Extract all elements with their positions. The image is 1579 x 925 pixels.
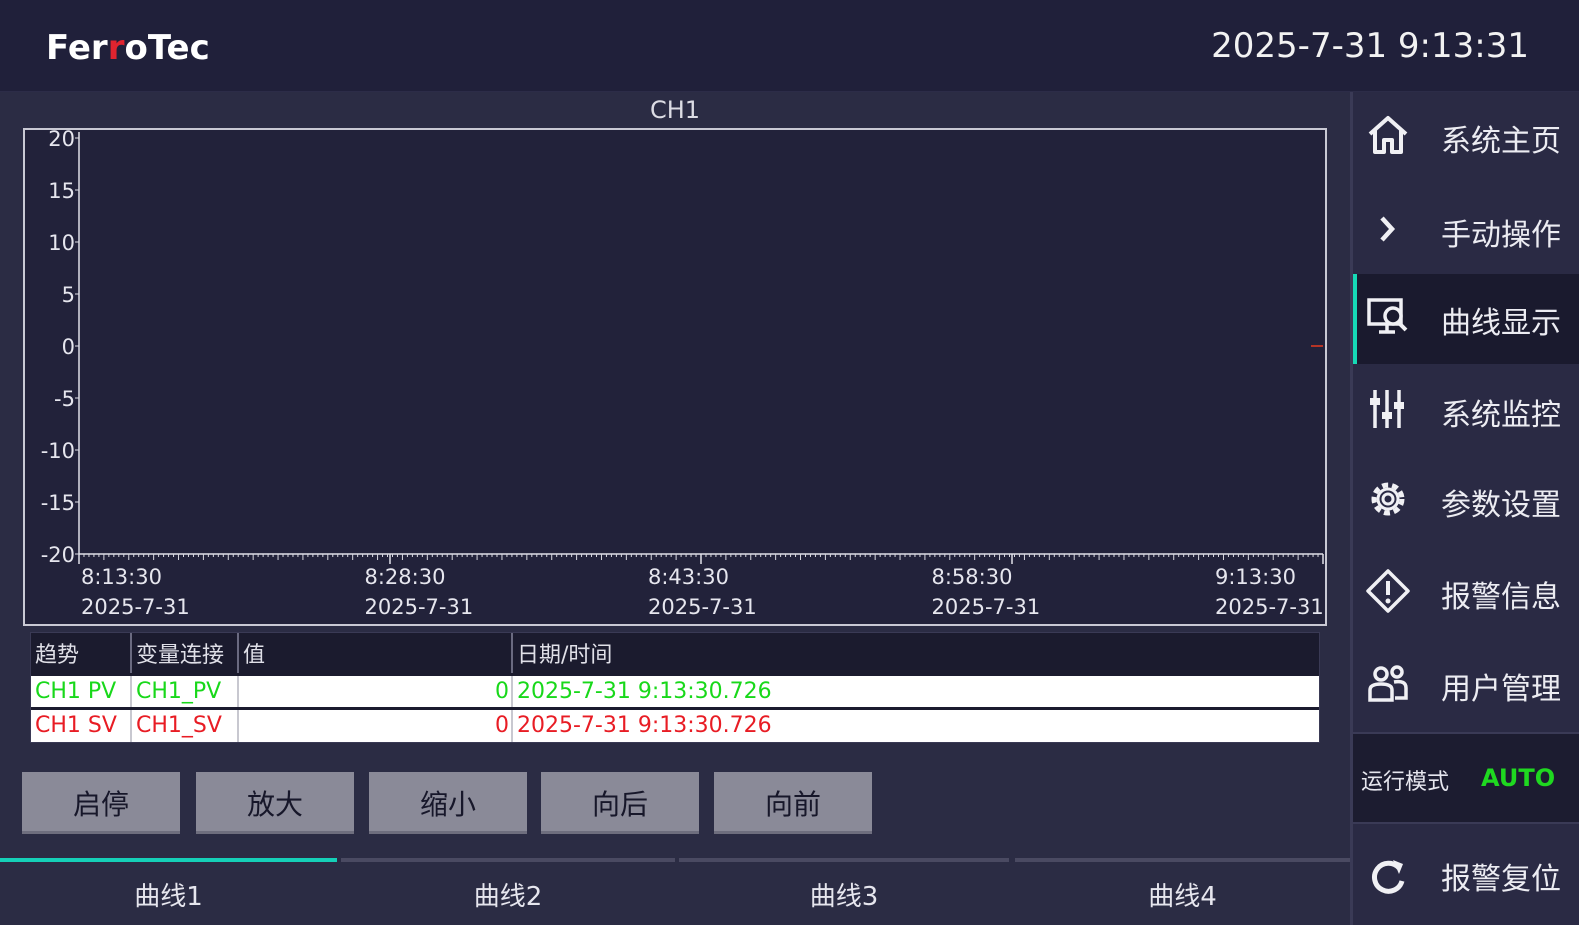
nav-item-settings[interactable]: 参数设置 <box>1353 456 1579 546</box>
alarm-reset-button[interactable]: 报警复位 <box>1353 830 1579 922</box>
scroll-forward-button[interactable]: 向前 <box>714 772 872 834</box>
nav-item-manual[interactable]: 手动操作 <box>1353 186 1579 276</box>
trend-chart[interactable]: 20 15 10 5 0 -5 -10 -15 -20 8:13:30 2025-7-31 8:28:… <box>23 128 1327 626</box>
y-tick-label: 0 <box>62 335 75 359</box>
main-panel: CH1 20 15 10 5 0 -5 -10 -15 -20 8:13:30 2025-7-31 8… <box>0 92 1350 925</box>
legend-value: 0 <box>238 706 513 742</box>
nav-label: 用户管理 <box>1441 672 1561 707</box>
y-tick-label: 20 <box>48 130 75 151</box>
tab-curve-2[interactable]: 曲线2 <box>341 858 675 925</box>
nav-sidebar: 系统主页 手动操作 曲线显示 系统监控 参数设置 报警信息 用户管理 运行模式 … <box>1350 92 1579 925</box>
trend-legend-table: 趋势 变量连接 值 日期/时间 CH1 PV CH1_PV 0 2025-7-3… <box>30 632 1320 743</box>
nav-item-monitor[interactable]: 系统监控 <box>1353 366 1579 456</box>
y-tick-label: -15 <box>41 491 75 515</box>
legend-row-sv[interactable]: CH1 SV CH1_SV 0 2025-7-31 9:13:30.726 <box>31 706 1319 742</box>
run-mode-value: AUTO <box>1481 764 1556 792</box>
chevron-right-icon <box>1380 216 1396 242</box>
trend-chart-svg: 20 15 10 5 0 -5 -10 -15 -208:13:30 2025-7-31 8:28:… <box>41 130 1324 619</box>
sliders-icon <box>1370 390 1404 428</box>
nav-label: 系统主页 <box>1441 124 1561 159</box>
tab-curve-3[interactable]: 曲线3 <box>679 858 1009 925</box>
y-tick-label: -20 <box>41 543 75 567</box>
alert-diamond-icon <box>1366 569 1410 613</box>
legend-value: 0 <box>238 672 513 708</box>
nav-item-home[interactable]: 系统主页 <box>1353 92 1579 182</box>
home-icon <box>1368 116 1408 154</box>
legend-variable: CH1_SV <box>131 706 239 742</box>
legend-header-variable: 变量连接 <box>131 633 239 674</box>
nav-label: 报警信息 <box>1441 580 1561 615</box>
x-tick-date-label: 2025-7-31 <box>81 595 190 619</box>
legend-header-datetime: 日期/时间 <box>517 642 613 668</box>
header-bar: FerroTec 2025-7-31 9:13:31 <box>0 0 1579 92</box>
legend-header-trend: 趋势 <box>31 633 132 674</box>
y-tick-label: -5 <box>54 387 75 411</box>
legend-datetime: 2025-7-31 9:13:30.726 <box>512 672 1319 708</box>
zoom-out-button[interactable]: 缩小 <box>369 772 527 834</box>
curve-tabs: 曲线1 曲线2 曲线3 曲线4 <box>0 858 1350 925</box>
gear-icon <box>1371 482 1405 516</box>
legend-variable: CH1_PV <box>131 672 239 708</box>
legend-datetime: 2025-7-31 9:13:30.726 <box>512 706 1319 742</box>
nav-label: 系统监控 <box>1441 398 1561 433</box>
y-tick-label: -10 <box>41 439 75 463</box>
run-mode-label: 运行模式 <box>1361 770 1450 795</box>
zoom-in-button[interactable]: 放大 <box>196 772 354 834</box>
x-tick-time-label: 8:58:30 <box>932 565 1013 589</box>
monitor-search-icon <box>1367 298 1408 334</box>
x-tick-date-label: 2025-7-31 <box>932 595 1041 619</box>
nav-item-users[interactable]: 用户管理 <box>1353 640 1579 730</box>
y-tick-label: 5 <box>62 283 75 307</box>
legend-trend-name: CH1 PV <box>31 672 132 708</box>
chart-title: CH1 <box>649 96 701 124</box>
start-stop-button[interactable]: 启停 <box>22 772 180 834</box>
brand-logo: FerroTec <box>46 28 210 68</box>
nav-item-alarms[interactable]: 报警信息 <box>1353 548 1579 638</box>
nav-label: 手动操作 <box>1441 218 1561 253</box>
datetime-display: 2025-7-31 9:13:31 <box>1211 26 1529 66</box>
run-mode-indicator: 运行模式 AUTO <box>1353 732 1579 824</box>
x-tick-time-label: 8:28:30 <box>365 565 446 589</box>
x-tick-time-label: 8:13:30 <box>81 565 162 589</box>
x-tick-time-label: 9:13:30 <box>1215 565 1296 589</box>
y-tick-label: 10 <box>48 231 75 255</box>
tab-curve-4[interactable]: 曲线4 <box>1015 858 1350 925</box>
x-tick-date-label: 2025-7-31 <box>648 595 757 619</box>
users-icon <box>1368 665 1408 702</box>
tab-curve-1[interactable]: 曲线1 <box>0 858 337 925</box>
nav-item-curve[interactable]: 曲线显示 <box>1353 274 1579 364</box>
refresh-icon <box>1372 860 1405 894</box>
x-tick-time-label: 8:43:30 <box>648 565 729 589</box>
nav-label: 报警复位 <box>1441 862 1561 897</box>
legend-trend-name: CH1 SV <box>31 706 132 742</box>
legend-header-value: 值 <box>238 633 513 674</box>
y-tick-label: 15 <box>48 179 75 203</box>
x-tick-date-label: 2025-7-31 <box>365 595 474 619</box>
x-tick-date-label: 2025-7-31 <box>1215 595 1324 619</box>
legend-row-pv[interactable]: CH1 PV CH1_PV 0 2025-7-31 9:13:30.726 <box>31 672 1319 708</box>
nav-label: 参数设置 <box>1441 488 1561 523</box>
scroll-back-button[interactable]: 向后 <box>541 772 699 834</box>
nav-label: 曲线显示 <box>1441 306 1561 341</box>
